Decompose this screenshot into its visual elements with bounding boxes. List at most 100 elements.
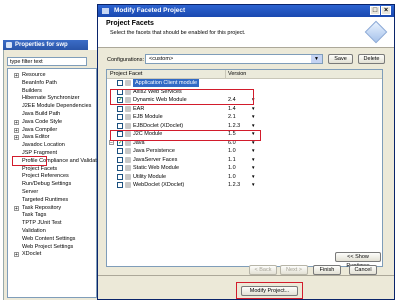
- facet-version[interactable]: 2.1: [228, 113, 236, 121]
- back-button[interactable]: < Back: [249, 265, 277, 275]
- tree-item[interactable]: XDoclet: [22, 251, 41, 258]
- facet-checkbox[interactable]: [117, 105, 123, 112]
- tree-item[interactable]: Builders: [22, 88, 42, 95]
- facet-checkbox[interactable]: [117, 80, 123, 86]
- facet-row[interactable]: WebDoclet (XDoclet) 1.2.3 ▼: [107, 181, 307, 189]
- expand-icon[interactable]: +: [14, 205, 19, 211]
- facet-row[interactable]: EAR 1.4 ▼: [107, 105, 307, 113]
- facet-name: WebDoclet (XDoclet): [133, 182, 185, 188]
- configurations-select[interactable]: <custom>: [145, 54, 323, 64]
- tree-item[interactable]: BeanInfo Path: [22, 80, 57, 87]
- facet-icon: [125, 156, 131, 163]
- version-dropdown-icon[interactable]: ▼: [251, 105, 255, 113]
- tree-item[interactable]: Server: [22, 189, 38, 196]
- facet-row[interactable]: JavaServer Faces 1.1 ▼: [107, 156, 307, 164]
- facet-version[interactable]: 1.4: [228, 105, 236, 113]
- facet-row[interactable]: Application Client module: [107, 79, 307, 87]
- tree-item[interactable]: Targeted Runtimes: [22, 197, 68, 204]
- tree-item[interactable]: Validation: [22, 228, 46, 235]
- tree-item[interactable]: Java Code Style: [22, 119, 62, 126]
- banner-title: Project Facets: [106, 20, 154, 27]
- tree-item[interactable]: Java Compiler: [22, 127, 57, 134]
- version-dropdown-icon[interactable]: ▼: [251, 181, 255, 189]
- facet-checkbox[interactable]: [117, 156, 123, 163]
- configurations-label: Configurations:: [107, 57, 144, 63]
- version-dropdown-icon[interactable]: ▼: [251, 156, 255, 164]
- facet-name: JavaServer Faces: [133, 156, 178, 163]
- facets-table-header: Project Facet Version: [107, 70, 382, 79]
- facet-row[interactable]: Utility Module 1.0 ▼: [107, 173, 307, 181]
- column-version[interactable]: Version: [225, 70, 246, 78]
- column-project-facet[interactable]: Project Facet: [110, 70, 142, 78]
- facet-checkbox[interactable]: [117, 173, 123, 180]
- facet-row[interactable]: EJBDoclet (XDoclet) 1.2.3 ▼: [107, 122, 307, 130]
- tree-item[interactable]: Web Project Settings: [22, 244, 73, 251]
- version-dropdown-icon[interactable]: ▼: [251, 173, 255, 181]
- java-highlight: [110, 130, 261, 141]
- tree-item[interactable]: Task Repository: [22, 205, 61, 212]
- facet-checkbox[interactable]: [117, 148, 123, 154]
- facet-version[interactable]: 1.0: [228, 147, 236, 155]
- expand-icon[interactable]: +: [14, 73, 19, 79]
- button-separator: [98, 275, 394, 276]
- version-dropdown-icon[interactable]: ▼: [251, 164, 255, 172]
- chevron-down-icon[interactable]: ▼: [311, 55, 322, 63]
- tree-item[interactable]: Resource: [22, 72, 46, 79]
- cancel-button[interactable]: Cancel: [349, 265, 377, 275]
- facet-row[interactable]: Static Web Module 1.0 ▼: [107, 164, 307, 172]
- facet-checkbox[interactable]: [117, 165, 123, 171]
- facet-version[interactable]: 1.2.3: [228, 181, 240, 189]
- facet-icon: [125, 165, 131, 171]
- expand-icon[interactable]: +: [14, 127, 19, 133]
- tree-item[interactable]: J2EE Module Dependencies: [22, 103, 91, 110]
- finish-button[interactable]: Finish: [313, 265, 341, 275]
- tree-item[interactable]: Hibernate Synchronizer: [22, 95, 79, 102]
- version-dropdown-icon[interactable]: ▼: [251, 122, 255, 130]
- save-button[interactable]: Save: [328, 54, 353, 64]
- tree-item[interactable]: Project Facets: [22, 166, 57, 173]
- expand-icon[interactable]: +: [14, 135, 19, 141]
- expand-icon[interactable]: +: [14, 252, 19, 258]
- facet-version[interactable]: 1.0: [228, 164, 236, 172]
- facet-version[interactable]: 1.0: [228, 173, 236, 181]
- facet-name: EAR: [133, 105, 145, 112]
- facet-checkbox[interactable]: [117, 114, 123, 120]
- tree-item[interactable]: Java Build Path: [22, 111, 60, 118]
- next-button[interactable]: Next >: [280, 265, 308, 275]
- tree-item[interactable]: Task Tags: [22, 212, 46, 219]
- facet-version[interactable]: 1.1: [228, 156, 236, 164]
- facet-row[interactable]: Java Persistence 1.0 ▼: [107, 147, 307, 155]
- facet-icon: [125, 105, 131, 112]
- banner-description: Select the facets that should be enabled…: [110, 30, 246, 36]
- facet-name: Application Client module: [133, 79, 200, 87]
- dialog-icon: [102, 8, 109, 14]
- version-dropdown-icon[interactable]: ▼: [251, 113, 255, 121]
- facet-version[interactable]: 1.2.3: [228, 122, 240, 130]
- show-runtimes-button[interactable]: << Show Runtimes: [335, 252, 381, 269]
- facet-checkbox[interactable]: [117, 182, 123, 188]
- window-icon: [6, 42, 12, 48]
- tree-item[interactable]: Java Editor: [22, 134, 50, 141]
- tree-item[interactable]: TPTP JUnit Test: [22, 220, 62, 227]
- facet-name: EJBDoclet (XDoclet): [133, 122, 184, 129]
- tree-item[interactable]: Javadoc Location: [22, 142, 65, 149]
- tree-item[interactable]: Run/Debug Settings: [22, 181, 71, 188]
- tree-item[interactable]: Project References: [22, 173, 69, 180]
- close-icon[interactable]: ×: [381, 6, 391, 15]
- properties-tree[interactable]: + Resource BeanInfo Path Builders Hibernate …: [7, 68, 101, 298]
- modify-project-highlight: [236, 282, 303, 299]
- facet-name: Static Web Module: [133, 165, 180, 171]
- expand-icon[interactable]: +: [14, 119, 19, 125]
- facet-icon: [125, 114, 131, 120]
- facet-icon: [125, 148, 131, 154]
- facet-name: Java Persistence: [133, 148, 175, 154]
- facet-name: EJB Module: [133, 114, 163, 120]
- facet-checkbox[interactable]: [117, 122, 123, 129]
- filter-input[interactable]: type filter text: [7, 57, 87, 66]
- tree-item[interactable]: Web Content Settings: [22, 236, 75, 243]
- facet-icon: [125, 173, 131, 180]
- maximize-icon[interactable]: □: [370, 6, 380, 15]
- facet-row[interactable]: EJB Module 2.1 ▼: [107, 113, 307, 121]
- delete-button[interactable]: Delete: [358, 54, 385, 64]
- version-dropdown-icon[interactable]: ▼: [251, 147, 255, 155]
